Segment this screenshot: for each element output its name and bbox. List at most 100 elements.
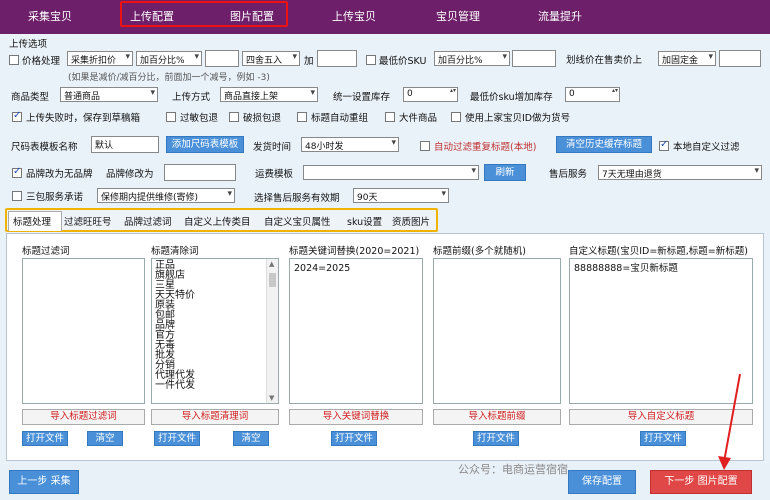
no-brand-label: 品牌改为无品牌: [26, 169, 93, 180]
title-prefix-textarea[interactable]: [433, 258, 561, 404]
title-process-panel: 标题过滤词 导入标题过滤词 打开文件 清空 标题清除词 正品 旗舰店 三星 天天特价原…: [6, 233, 764, 461]
damage-return-checkbox[interactable]: [229, 112, 239, 122]
product-type-select[interactable]: 普通商品: [60, 87, 158, 102]
add-value-input[interactable]: [317, 50, 357, 67]
add-label: 加: [304, 56, 314, 67]
custom-title-header: 自定义标题(宝贝ID=新标题,标题=新标题): [569, 246, 748, 257]
guarantee-checkbox[interactable]: [12, 191, 22, 201]
strike-value-input[interactable]: [719, 50, 761, 67]
open-file-button-5[interactable]: 打开文件: [640, 431, 686, 446]
tab-qualification-images[interactable]: 资质图片: [392, 214, 430, 228]
price-hint: (如果是减价/减百分比，前面加一个减号，例如 -3): [68, 73, 270, 83]
title-filter-textarea[interactable]: [22, 258, 145, 404]
use-upstream-id-checkbox[interactable]: [451, 112, 461, 122]
freight-template-select[interactable]: [303, 165, 479, 180]
min-stock-input[interactable]: 0: [565, 87, 620, 102]
upload-method-label: 上传方式: [172, 92, 211, 103]
tab-custom-attributes[interactable]: 自定义宝贝属性: [264, 214, 331, 228]
nav-tab-upload-items[interactable]: 上传宝贝: [332, 8, 376, 24]
red-arrow-annotation: [718, 373, 741, 470]
title-regroup-label: 标题自动重组: [311, 113, 369, 124]
top-nav-bar: 采集宝贝 上传配置 图片配置 上传宝贝 宝贝管理 流量提升: [0, 0, 770, 34]
nav-tab-collect[interactable]: 采集宝贝: [28, 8, 72, 24]
bottom-bar: 上一步 采集 公众号：电商运营宿宿 保存配置 下一步 图片配置: [0, 463, 770, 500]
prev-step-button[interactable]: 上一步 采集: [9, 470, 79, 494]
min-sku-label: 最低价SKU: [379, 56, 427, 67]
nav-highlight-box: [120, 1, 288, 27]
allergy-return-checkbox[interactable]: [166, 112, 176, 122]
bulky-checkbox[interactable]: [385, 112, 395, 122]
import-title-clean-button[interactable]: 导入标题清理词: [151, 409, 279, 425]
upload-method-select[interactable]: 商品直接上架: [220, 87, 318, 102]
tab-sku-settings[interactable]: sku设置: [347, 214, 382, 228]
nav-tab-item-manage[interactable]: 宝贝管理: [436, 8, 480, 24]
open-file-button-4[interactable]: 打开文件: [473, 431, 519, 446]
import-title-filter-button[interactable]: 导入标题过滤词: [22, 409, 145, 425]
min-stock-label: 最低价sku增加库存: [470, 92, 553, 103]
stock-input[interactable]: 0: [403, 87, 458, 102]
open-file-button-2[interactable]: 打开文件: [154, 431, 200, 446]
clear-history-button[interactable]: 清空历史缓存标题: [556, 136, 652, 153]
ship-time-select[interactable]: 48小时发: [301, 137, 399, 152]
section-title: 上传选项: [9, 39, 48, 50]
guarantee-label: 三包服务承诺: [26, 192, 84, 203]
tab-custom-category[interactable]: 自定义上传类目: [184, 214, 251, 228]
save-draft-checkbox[interactable]: [12, 110, 22, 122]
bulky-label: 大件商品: [399, 113, 438, 124]
local-filter-label: 本地自定义过滤: [673, 142, 740, 153]
freight-template-label: 运费模板: [255, 169, 294, 180]
save-draft-label: 上传失败时，保存到草稿箱: [26, 113, 141, 124]
ship-time-label: 发货时间: [253, 142, 292, 153]
strike-mode-select[interactable]: 加固定金: [658, 51, 716, 66]
guarantee-select[interactable]: 保修期内提供维修(寄修): [97, 188, 235, 203]
service-period-label: 选择售后服务有效期: [254, 193, 340, 204]
no-brand-checkbox[interactable]: [12, 166, 22, 178]
auto-filter-checkbox[interactable]: [420, 141, 430, 151]
price-mode-select[interactable]: 采集折扣价: [67, 51, 133, 66]
price-checkbox[interactable]: [9, 55, 19, 65]
price-label: 价格处理: [22, 56, 61, 67]
use-upstream-id-label: 使用上家宝贝ID做为货号: [465, 113, 571, 124]
clean-word-item[interactable]: 一件代发: [155, 381, 195, 391]
size-template-input[interactable]: 默认: [91, 136, 159, 153]
auto-filter-label: 自动过滤重复标题(本地): [434, 142, 537, 153]
stock-label: 统一设置库存: [333, 92, 391, 103]
title-clean-list[interactable]: 正品 旗舰店 三星 天天特价 原装 包邮 品牌 官方 无毒 批发 分销 代理代发 一件代发 ▲ ▼: [151, 258, 279, 404]
add-size-template-button[interactable]: 添加尺码表模板: [166, 136, 244, 153]
refresh-button[interactable]: 刷新: [484, 164, 526, 181]
allergy-return-label: 过敏包退: [180, 113, 219, 124]
settings-tabs: 标题处理 过滤旺旺号 品牌过滤词 自定义上传类目 自定义宝贝属性 sku设置 资…: [5, 208, 438, 232]
price-op-select[interactable]: 加百分比%: [136, 51, 202, 66]
title-prefix-header: 标题前缀(多个就随机): [433, 246, 526, 257]
import-title-prefix-button[interactable]: 导入标题前缀: [433, 409, 561, 425]
clear-button-1[interactable]: 清空: [87, 431, 123, 446]
watermark-text: 公众号：电商运营宿宿: [458, 463, 568, 476]
service-period-select[interactable]: 90天: [353, 188, 449, 203]
title-regroup-checkbox[interactable]: [297, 112, 307, 122]
brand-input[interactable]: [164, 164, 236, 181]
nav-tab-traffic[interactable]: 流量提升: [538, 8, 582, 24]
min-sku-value-input[interactable]: [512, 50, 556, 67]
save-config-button[interactable]: 保存配置: [568, 470, 636, 494]
tab-brand-filter[interactable]: 品牌过滤词: [124, 214, 172, 228]
keyword-replace-textarea[interactable]: 2024=2025: [289, 258, 423, 404]
import-keyword-replace-button[interactable]: 导入关键词替换: [289, 409, 423, 425]
after-sales-label: 售后服务: [549, 169, 588, 180]
tab-title-process[interactable]: 标题处理: [13, 214, 51, 228]
product-type-label: 商品类型: [11, 92, 50, 103]
size-template-label: 尺码表模板名称: [11, 142, 78, 153]
min-sku-op-select[interactable]: 加百分比%: [434, 51, 510, 66]
damage-return-label: 破损包退: [243, 113, 282, 124]
open-file-button-1[interactable]: 打开文件: [22, 431, 68, 446]
title-clean-header: 标题清除词: [151, 246, 199, 257]
price-value-input[interactable]: [205, 50, 239, 67]
clean-list-scrollbar[interactable]: ▲ ▼: [266, 259, 278, 403]
clear-button-2[interactable]: 清空: [233, 431, 269, 446]
rounding-select[interactable]: 四舍五入: [242, 51, 300, 66]
keyword-replace-header: 标题关键词替换(2020=2021): [289, 246, 420, 257]
local-filter-checkbox[interactable]: [659, 139, 669, 151]
open-file-button-3[interactable]: 打开文件: [331, 431, 377, 446]
min-sku-checkbox[interactable]: [366, 55, 376, 65]
after-sales-select[interactable]: 7天无理由退货: [598, 165, 762, 180]
tab-filter-wangwang[interactable]: 过滤旺旺号: [64, 214, 112, 228]
